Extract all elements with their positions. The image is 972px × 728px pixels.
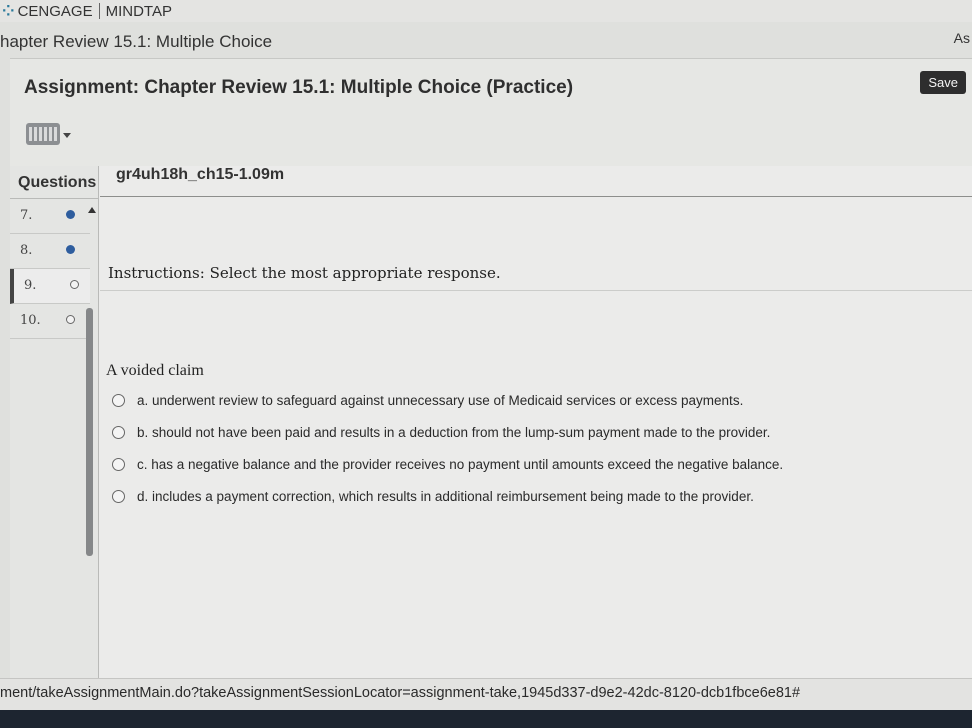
answered-dot-icon (66, 210, 75, 219)
brand-logo[interactable]: ⁘ CENGAGE MINDTAP (2, 2, 172, 20)
question-item-9[interactable]: 9. (10, 269, 90, 304)
question-list-panel: Questions 7. 8. 9. 10. (10, 166, 99, 696)
radio-button[interactable] (112, 457, 125, 471)
unanswered-dot-icon (70, 280, 79, 289)
question-stem: A voided claim (106, 362, 204, 379)
question-number: 10. (20, 313, 41, 328)
scroll-up-icon[interactable] (88, 207, 96, 213)
assignment-content: Questions 7. 8. 9. 10. gr4uh18h_ch15-1.0… (10, 166, 972, 696)
question-number: 9. (24, 278, 37, 293)
question-item-8[interactable]: 8. (10, 234, 90, 269)
status-url-bar: ment/takeAssignmentMain.do?takeAssignmen… (0, 678, 972, 711)
radio-button[interactable] (112, 393, 125, 407)
chevron-down-icon[interactable] (63, 133, 71, 138)
brand-divider (98, 3, 100, 19)
answer-choice-d[interactable]: d. includes a payment correction, which … (112, 488, 754, 504)
questions-header-label: Questions (18, 174, 97, 191)
question-list-scrollbar[interactable] (86, 308, 93, 556)
divider (100, 196, 972, 197)
answer-choice-c[interactable]: c. has a negative balance and the provid… (112, 456, 783, 472)
radio-button[interactable] (112, 489, 125, 503)
unanswered-dot-icon (66, 315, 75, 324)
taskbar (0, 710, 972, 728)
choice-label: b. should not have been paid and results… (137, 424, 771, 440)
question-number: 8. (20, 243, 33, 258)
keyboard-icon[interactable] (26, 123, 60, 145)
choice-label: d. includes a payment correction, which … (137, 488, 754, 504)
question-id: gr4uh18h_ch15-1.09m (116, 166, 285, 183)
status-url: ment/takeAssignmentMain.do?takeAssignmen… (0, 685, 801, 701)
product-name: MINDTAP (105, 3, 172, 20)
assignment-title: Assignment: Chapter Review 15.1: Multipl… (24, 77, 574, 98)
save-button[interactable]: Save (920, 71, 966, 94)
question-item-10[interactable]: 10. (10, 304, 90, 339)
questions-header: Questions (10, 166, 98, 199)
question-number: 7. (20, 208, 33, 223)
assignment-header: Assignment: Chapter Review 15.1: Multipl… (10, 58, 972, 167)
choice-label: c. has a negative balance and the provid… (137, 456, 784, 472)
cengage-logo-icon: ⁘ (2, 3, 15, 20)
question-item-7[interactable]: 7. (10, 199, 90, 234)
answer-choice-b[interactable]: b. should not have been paid and results… (112, 424, 770, 440)
divider (100, 290, 972, 291)
brand-name: CENGAGE (17, 3, 93, 20)
answered-dot-icon (66, 245, 75, 254)
question-instructions: Instructions: Select the most appropriat… (108, 264, 501, 282)
choice-label: a. underwent review to safeguard against… (137, 392, 744, 408)
page-title: hapter Review 15.1: Multiple Choice (0, 32, 273, 51)
top-right-label[interactable]: As (954, 30, 970, 46)
radio-button[interactable] (112, 425, 125, 439)
brand-bar: ⁘ CENGAGE MINDTAP (0, 0, 972, 22)
answer-choice-a[interactable]: a. underwent review to safeguard against… (112, 392, 743, 408)
